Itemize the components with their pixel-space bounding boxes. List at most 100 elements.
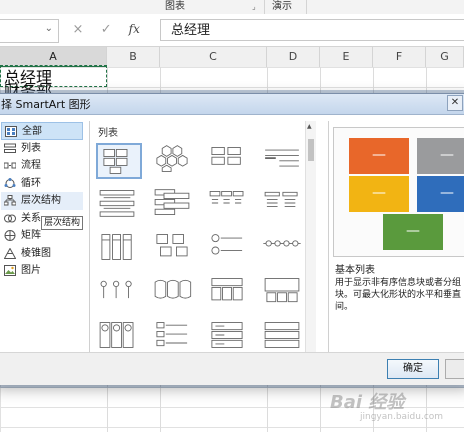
layout-circle-picture-list[interactable] xyxy=(96,319,142,355)
dialog-footer: 确定 xyxy=(0,352,464,385)
layout-tab-list[interactable] xyxy=(151,319,197,355)
layout-vertical-box-list[interactable] xyxy=(151,187,197,223)
layout-thumbnail xyxy=(264,191,298,207)
layout-lined-list[interactable] xyxy=(261,143,307,179)
layout-pyramid-list[interactable] xyxy=(261,275,307,311)
formula-input[interactable]: 总经理 xyxy=(160,19,464,41)
layout-thumbnail xyxy=(101,234,132,260)
ribbon-separator xyxy=(306,0,307,14)
preview-tile-blue: — xyxy=(417,176,464,212)
preview-tile-yellow: — xyxy=(349,176,409,212)
layout-thumbnail xyxy=(211,322,243,348)
layout-segmented-list[interactable] xyxy=(261,319,307,355)
category-label: 流程 xyxy=(21,160,41,171)
category-cycle[interactable]: 循环 xyxy=(1,175,83,193)
formula-buttons: × ✓ fx xyxy=(66,22,146,37)
column-header-b[interactable]: B xyxy=(107,47,160,67)
picture-icon xyxy=(4,265,16,276)
watermark: Bai 经验 jingyan.baidu.com xyxy=(330,388,443,422)
category-label: 全部 xyxy=(22,126,42,137)
category-label: 棱锥图 xyxy=(21,247,51,259)
relationship-icon xyxy=(4,214,16,222)
hierarchy-icon xyxy=(4,195,16,206)
layout-thumbnail xyxy=(263,240,301,247)
category-picture[interactable]: 图片 xyxy=(1,262,83,280)
layout-thumbnail xyxy=(156,234,188,257)
name-box[interactable]: ⌄ xyxy=(0,19,59,43)
layout-table-list[interactable] xyxy=(206,275,252,311)
category-all[interactable]: 全部 xyxy=(1,122,83,140)
layout-bending-picture-accent-list[interactable] xyxy=(206,231,252,267)
preview-description: 用于显示非有序信息块或者分组块。可最大化形状的水平和垂直间。 xyxy=(335,278,462,312)
preview-tile-orange: — xyxy=(349,138,409,174)
close-icon[interactable]: ✕ xyxy=(447,95,463,111)
preview-tile-gray: — xyxy=(417,138,464,174)
column-header-g[interactable]: G xyxy=(426,47,464,67)
dialog-titlebar[interactable]: 择 SmartArt 图形 ✕ xyxy=(0,94,464,115)
category-label: 层次结构 xyxy=(21,195,61,206)
column-header-c[interactable]: C xyxy=(160,47,267,67)
process-icon xyxy=(4,162,16,169)
all-icon xyxy=(5,126,17,137)
ok-button[interactable]: 确定 xyxy=(387,359,439,379)
layout-square-accent-list[interactable] xyxy=(261,187,307,223)
column-header-d[interactable]: D xyxy=(267,47,320,67)
column-header-f[interactable]: F xyxy=(373,47,426,67)
preview-image: — — — — — xyxy=(333,127,464,257)
layout-thumbnail xyxy=(154,189,190,215)
ribbon-group-presentation: 演示 xyxy=(272,1,292,12)
category-pyramid[interactable]: 棱锥图 xyxy=(1,245,83,263)
list-icon xyxy=(4,143,16,153)
layout-curved-picture-list[interactable] xyxy=(151,275,197,311)
scrollbar-thumb[interactable] xyxy=(308,139,314,161)
layout-vertical-circle-list[interactable] xyxy=(96,275,142,311)
preview-pane: — — — — — 基本列表 用于显示非有序信息块或者分组块。可最大化形状的水平… xyxy=(328,121,464,352)
category-list: 全部 列表 流程 循环 层次结构 关系 矩阵 棱锥图 图片 xyxy=(1,122,83,280)
ribbon-strip: 图表 ⌟ 演示 xyxy=(0,0,464,15)
watermark-url: jingyan.baidu.com xyxy=(360,412,444,422)
layout-thumbnail xyxy=(265,149,299,167)
confirm-icon[interactable]: ✓ xyxy=(94,22,118,37)
category-label: 列表 xyxy=(21,142,41,154)
layout-grouped-list[interactable] xyxy=(151,231,197,267)
category-hierarchy[interactable]: 层次结构 xyxy=(1,192,83,210)
cancel-button[interactable] xyxy=(445,359,464,379)
layout-thumbnail xyxy=(156,322,188,347)
category-process[interactable]: 流程 xyxy=(1,157,83,175)
column-header-e[interactable]: E xyxy=(320,47,373,67)
layout-thumbnail xyxy=(99,322,134,348)
cell-a2[interactable]: 财务部 xyxy=(4,83,52,93)
layout-stacked-list[interactable] xyxy=(96,231,142,267)
layout-basic-block-list[interactable] xyxy=(96,143,142,179)
category-label: 关系 xyxy=(21,212,41,224)
layout-thumbnail xyxy=(264,278,300,303)
layouts-scrollbar[interactable]: ▲ xyxy=(305,121,316,352)
ribbon-group-chart: 图表 xyxy=(165,1,185,12)
chevron-down-icon[interactable]: ⌄ xyxy=(45,23,53,34)
category-list-item[interactable]: 列表 xyxy=(1,140,83,158)
layout-horizontal-bullet-list[interactable] xyxy=(206,187,252,223)
layout-vertical-bullet-list[interactable] xyxy=(96,187,142,223)
layout-picture-caption-list[interactable] xyxy=(206,143,252,179)
layout-thumbnail xyxy=(211,278,243,301)
layout-trapezoid-list[interactable] xyxy=(206,319,252,355)
layout-thumbnail xyxy=(211,234,243,255)
ribbon-separator xyxy=(264,0,265,14)
cancel-icon[interactable]: × xyxy=(66,22,90,37)
layout-thumbnail xyxy=(156,145,188,172)
category-tooltip: 层次结构 xyxy=(41,216,84,230)
category-label: 循环 xyxy=(21,177,41,189)
cycle-icon xyxy=(4,177,16,188)
smartart-dialog: 择 SmartArt 图形 ✕ 全部 列表 流程 循环 层次结构 关系 矩阵 棱… xyxy=(0,93,464,385)
layout-circle-line-list[interactable] xyxy=(261,231,307,267)
preview-tile-green: — xyxy=(383,214,443,250)
layout-thumbnail xyxy=(100,280,132,299)
scroll-up-icon[interactable]: ▲ xyxy=(307,123,312,130)
layout-alternating-hexagons[interactable] xyxy=(151,143,197,179)
layout-thumbnail xyxy=(264,322,300,348)
category-label: 矩阵 xyxy=(21,230,41,241)
layouts-pane: 列表 ▲ xyxy=(89,121,316,352)
insert-function-icon[interactable]: fx xyxy=(122,22,146,36)
layout-thumbnail xyxy=(103,149,128,174)
dialog-launcher-icon[interactable]: ⌟ xyxy=(252,2,256,12)
